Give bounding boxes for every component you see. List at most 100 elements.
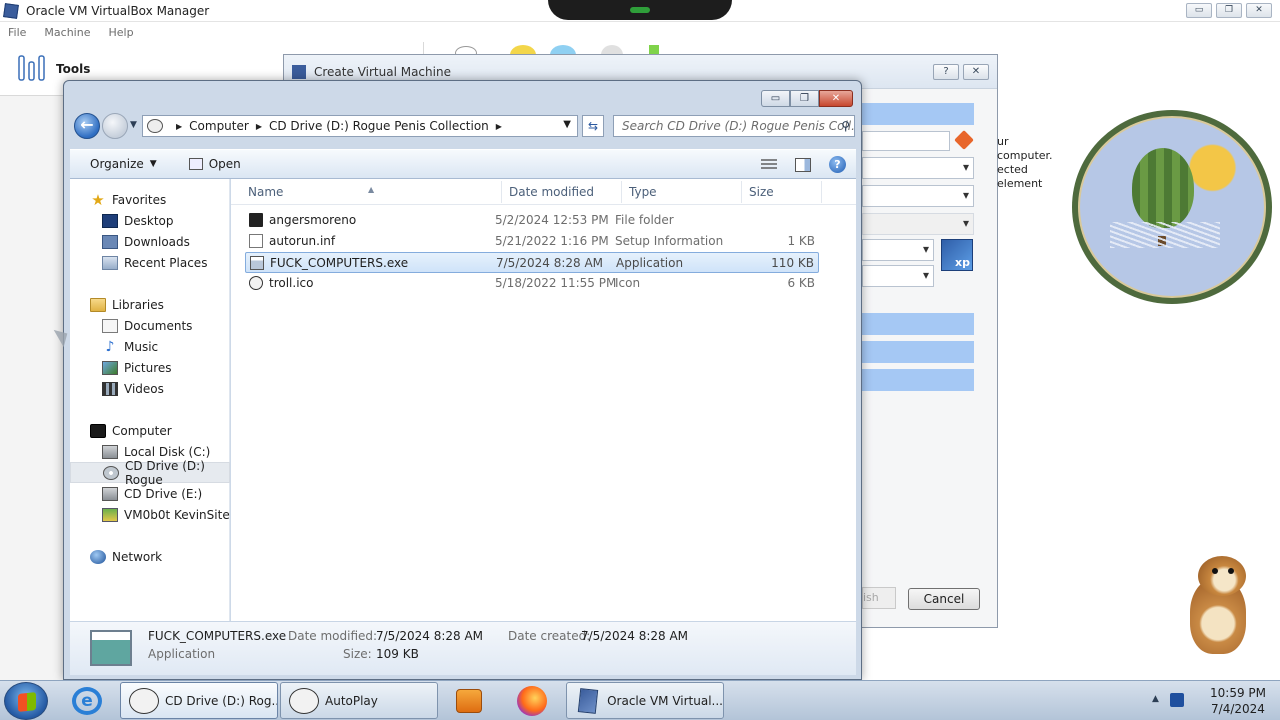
nav-computer[interactable]: Computer	[70, 420, 230, 441]
nav-recent-places[interactable]: Recent Places	[70, 252, 230, 273]
nav-downloads-label: Downloads	[124, 234, 190, 249]
back-button[interactable]: ←	[74, 113, 100, 139]
nav-libraries[interactable]: Libraries	[70, 294, 230, 315]
vm-name-field[interactable]	[862, 131, 950, 151]
taskbar-button-autoplay[interactable]: AutoPlay	[280, 682, 438, 719]
nav-documents[interactable]: Documents	[70, 315, 230, 336]
nav-downloads[interactable]: Downloads	[70, 231, 230, 252]
maximize-button[interactable]: ❐	[1216, 3, 1242, 18]
internet-explorer-pin[interactable]: e	[60, 683, 114, 719]
details-pane: FUCK_COMPUTERS.exe Application Date modi…	[70, 621, 856, 675]
details-created-label: Date created:	[508, 629, 591, 643]
column-date-modified[interactable]: Date modified	[509, 185, 594, 199]
nav-network-share[interactable]: VM0b0t KevinSite	[70, 504, 230, 525]
nav-music[interactable]: ♪ Music	[70, 336, 230, 357]
breadcrumb-cd-drive[interactable]: CD Drive (D:) Rogue Penis Collection	[269, 119, 489, 133]
chevron-down-icon: ▼	[149, 159, 157, 169]
taskbar-button-virtualbox[interactable]: Oracle VM Virtual...	[566, 682, 724, 719]
preview-pane-icon[interactable]	[795, 157, 811, 172]
column-size[interactable]: Size	[749, 185, 774, 199]
organize-button[interactable]: Organize ▼	[90, 157, 157, 171]
wizard-close-button[interactable]: ✕	[963, 64, 989, 80]
dialog-maximize-button[interactable]: ❐	[790, 90, 819, 107]
command-bar: Organize ▼ Open ?	[70, 149, 856, 179]
dialog-minimize-button[interactable]: ▭	[761, 90, 790, 107]
help-icon[interactable]: ?	[829, 156, 846, 173]
column-type[interactable]: Type	[629, 185, 657, 199]
virtualbox-icon	[292, 64, 306, 79]
clock[interactable]: 10:59 PM 7/4/2024	[1196, 685, 1280, 717]
address-dropdown-icon[interactable]: ▼	[563, 119, 571, 130]
wizard-help-button[interactable]: ?	[933, 64, 959, 80]
show-hidden-icons-icon[interactable]: ▲	[1152, 694, 1159, 704]
troll-face-icon	[147, 119, 163, 133]
column-divider[interactable]	[821, 181, 822, 203]
column-divider[interactable]	[621, 181, 622, 203]
column-name[interactable]: Name	[248, 185, 283, 199]
file-size: 1 KB	[787, 234, 815, 248]
address-bar[interactable]: ▶ Computer ▶ CD Drive (D:) Rogue Penis C…	[142, 115, 578, 137]
search-icon: ⚲	[841, 119, 850, 133]
nav-cd-drive-e[interactable]: CD Drive (E:)	[70, 483, 230, 504]
nav-documents-label: Documents	[124, 318, 193, 333]
desktop-icon	[102, 213, 118, 228]
tray-app-icon[interactable]	[1170, 693, 1184, 707]
search-placeholder: Search CD Drive (D:) Rogue Penis Coll...	[622, 119, 855, 133]
finish-button[interactable]: ish	[862, 587, 896, 609]
refresh-icon[interactable]: ⇆	[582, 115, 604, 137]
column-divider[interactable]	[741, 181, 742, 203]
column-divider[interactable]	[501, 181, 502, 203]
breadcrumb-separator-icon[interactable]: ▶	[496, 122, 502, 131]
nav-desktop[interactable]: Desktop	[70, 210, 230, 231]
nav-videos-label: Videos	[124, 381, 164, 396]
vm-folder-combo[interactable]	[862, 157, 974, 179]
nav-cd-drive-d[interactable]: CD Drive (D:) Rogue	[70, 459, 230, 487]
virtualbox-icon	[577, 687, 599, 714]
menu-machine[interactable]: Machine	[44, 26, 90, 39]
nav-recent-places-label: Recent Places	[124, 255, 208, 270]
taskbar-button-label: AutoPlay	[325, 693, 378, 708]
iso-image-combo[interactable]	[862, 185, 974, 207]
file-row[interactable]: autorun.inf 5/21/2022 1:16 PM Setup Info…	[245, 231, 819, 252]
open-button[interactable]: Open	[188, 157, 241, 171]
change-view-icon[interactable]	[761, 158, 777, 171]
close-button[interactable]: ✕	[1246, 3, 1272, 18]
nav-network[interactable]: Network	[70, 546, 230, 567]
file-row-selected[interactable]: FUCK_COMPUTERS.exe 7/5/2024 8:28 AM Appl…	[245, 252, 819, 273]
star-icon: ★	[91, 190, 105, 209]
search-input[interactable]: Search CD Drive (D:) Rogue Penis Coll...…	[613, 115, 855, 137]
nav-favorites[interactable]: ★ Favorites	[70, 189, 230, 210]
file-row[interactable]: troll.ico 5/18/2022 11:55 PM Icon 6 KB	[245, 273, 819, 294]
virtualbox-window-controls: ▭ ❐ ✕	[1186, 3, 1272, 18]
forward-button[interactable]	[102, 113, 128, 139]
minimize-button[interactable]: ▭	[1186, 3, 1212, 18]
details-modified-label: Date modified:	[288, 629, 378, 643]
start-button[interactable]	[4, 682, 48, 720]
version-combo[interactable]	[862, 265, 934, 287]
breadcrumb-computer[interactable]: Computer	[189, 119, 249, 133]
type-combo[interactable]	[862, 239, 934, 261]
breadcrumb-separator-icon[interactable]: ▶	[176, 122, 182, 131]
firefox-pin[interactable]	[505, 683, 559, 719]
nav-network-label: Network	[112, 549, 163, 564]
cancel-button[interactable]: Cancel	[908, 588, 980, 610]
breadcrumb-separator-icon[interactable]: ▶	[256, 122, 262, 131]
hamster-eye	[1228, 568, 1234, 574]
file-date: 5/18/2022 11:55 PM	[495, 276, 617, 290]
organize-label: Organize	[90, 157, 144, 171]
nav-videos[interactable]: Videos	[70, 378, 230, 399]
dialog-close-button[interactable]: ✕	[819, 90, 853, 107]
edition-combo[interactable]	[862, 213, 974, 235]
menu-help[interactable]: Help	[108, 26, 133, 39]
file-name: angersmoreno	[269, 213, 357, 227]
menu-file[interactable]: File	[8, 26, 26, 39]
taskbar-button-cd-drive[interactable]: CD Drive (D:) Rog...	[120, 682, 278, 719]
network-drive-icon	[102, 507, 118, 522]
file-row[interactable]: angersmoreno 5/2/2024 12:53 PM File fold…	[245, 210, 819, 231]
media-player-pin[interactable]	[442, 683, 496, 719]
recent-pages-dropdown[interactable]: ▼	[130, 120, 137, 130]
nav-pictures[interactable]: Pictures	[70, 357, 230, 378]
troll-face-icon	[129, 687, 159, 714]
recent-places-icon	[102, 255, 118, 270]
system-tray: ▲ 10:59 PM 7/4/2024	[1140, 681, 1280, 720]
